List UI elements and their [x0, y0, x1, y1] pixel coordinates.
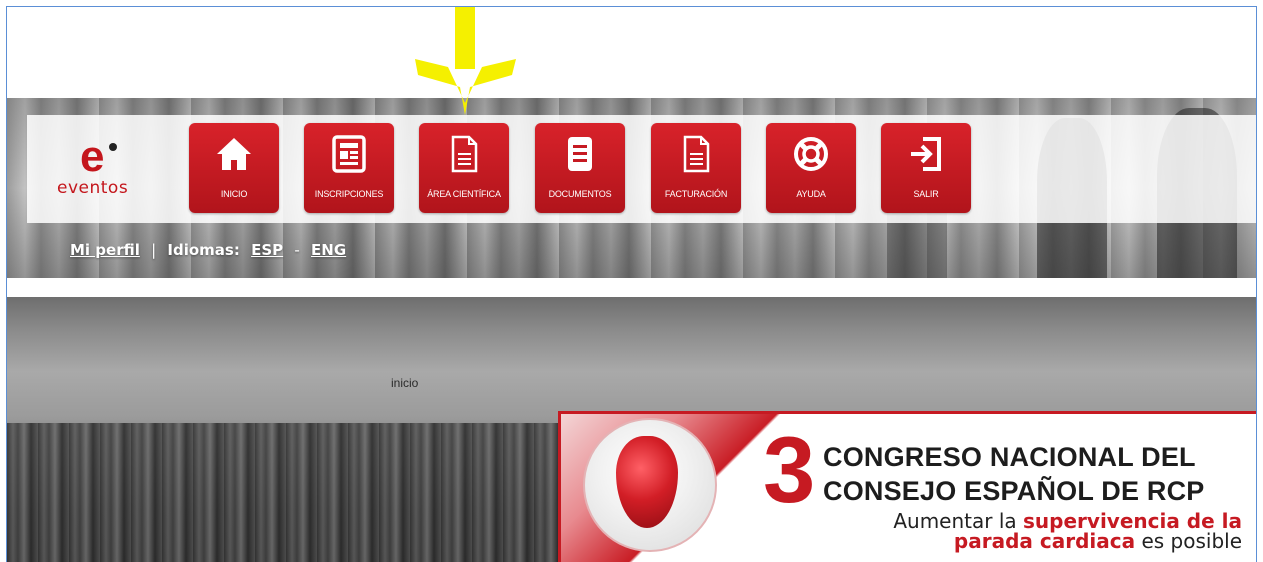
language-esp-link[interactable]: ESP — [251, 241, 283, 259]
city-skyline — [7, 423, 567, 562]
exit-icon — [911, 137, 941, 171]
banner-tagline: Aumentar la supervivencia de la parada c… — [893, 511, 1242, 551]
nav-button-documentos[interactable]: DOCUMENTOS — [535, 123, 625, 213]
eventos-logo[interactable]: e eventos — [57, 135, 137, 205]
nav-label: ÁREA CIENTÍFICA — [427, 189, 501, 199]
logo-dot — [109, 143, 117, 151]
banner-title-line2: CONSEJO ESPAÑOL DE RCP — [823, 476, 1205, 506]
my-profile-link[interactable]: Mi perfil — [70, 241, 140, 259]
nav-label: DOCUMENTOS — [548, 189, 612, 199]
languages-label: Idiomas: — [167, 241, 240, 259]
list-document-icon — [568, 137, 592, 171]
nav-button-inicio[interactable]: INICIO — [189, 123, 279, 213]
form-icon — [332, 135, 366, 173]
nav-label: INSCRIPCIONES — [314, 189, 384, 199]
language-eng-link[interactable]: ENG — [311, 241, 346, 259]
lifebuoy-icon — [794, 137, 828, 171]
banner-title-line1: CONGRESO NACIONAL DEL — [823, 442, 1196, 472]
nav-label: FACTURACIÓN — [664, 189, 728, 199]
browser-frame: e eventos INICIO INSCRIPCIONES ÁREA CIEN… — [6, 6, 1257, 562]
tagline-post: es posible — [1135, 529, 1242, 553]
breadcrumb: inicio — [391, 376, 419, 390]
congress-banner[interactable]: 3 CONGRESO NACIONAL DEL CONSEJO ESPAÑOL … — [558, 411, 1256, 562]
language-dash: - — [294, 241, 300, 259]
logo-word: eventos — [57, 178, 129, 198]
nav-button-facturacion[interactable]: FACTURACIÓN — [651, 123, 741, 213]
banner-number: 3 — [763, 417, 816, 522]
logo-mark: e — [80, 132, 105, 181]
nav-label: INICIO — [220, 189, 248, 199]
nav-button-area-cientifica[interactable]: ÁREA CIENTÍFICA — [419, 123, 509, 213]
document-icon — [451, 135, 478, 173]
nav-label: SALIR — [913, 189, 939, 199]
nav-button-inscripciones[interactable]: INSCRIPCIONES — [304, 123, 394, 213]
home-icon — [217, 138, 251, 170]
nav-button-salir[interactable]: SALIR — [881, 123, 971, 213]
nav-label: AYUDA — [796, 189, 826, 199]
separator: | — [151, 241, 157, 259]
nav-button-ayuda[interactable]: AYUDA — [766, 123, 856, 213]
annotation-arrow-icon — [415, 7, 516, 115]
profile-language-bar: Mi perfil | Idiomas: ESP - ENG — [70, 241, 346, 259]
invoice-icon — [683, 135, 710, 173]
tagline-red2: parada cardiaca — [953, 529, 1136, 553]
